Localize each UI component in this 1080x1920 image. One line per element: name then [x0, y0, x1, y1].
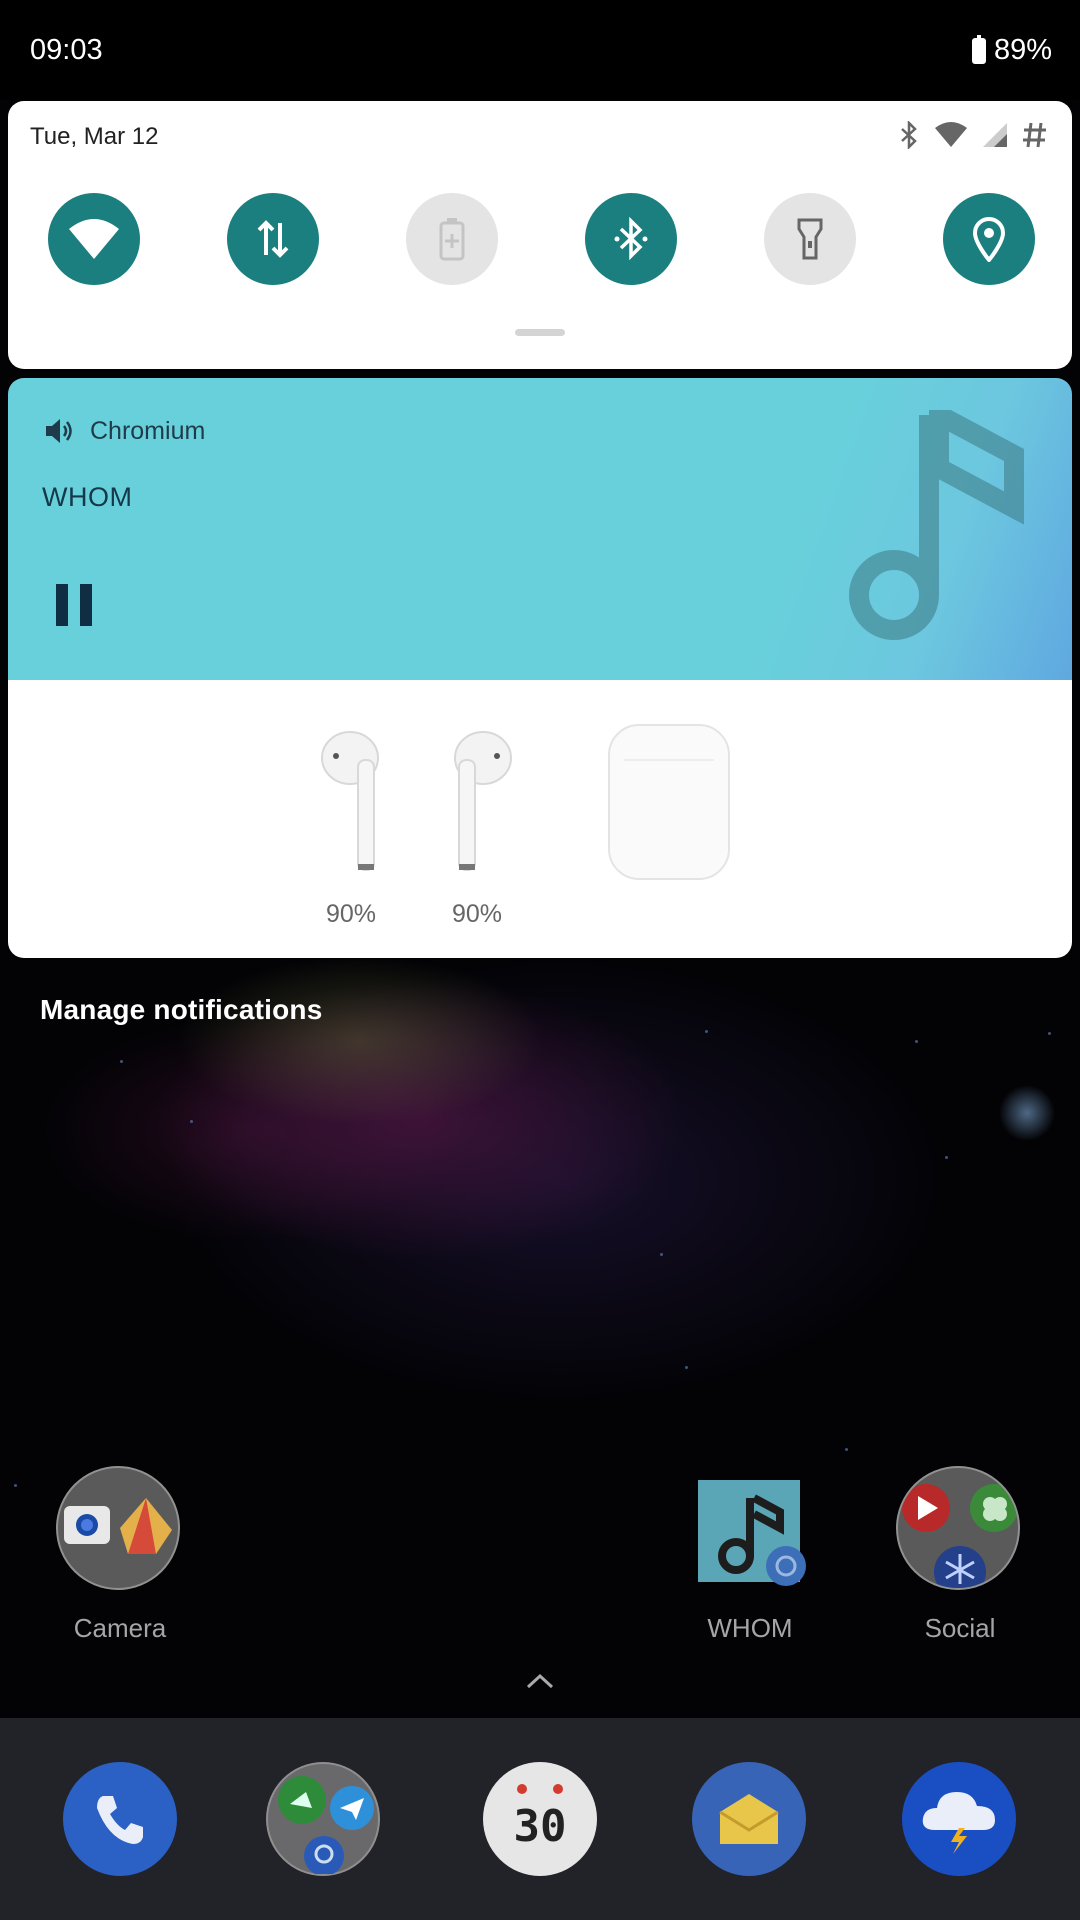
battery-saver-tile[interactable]: [406, 193, 498, 285]
media-title: WHOM: [42, 482, 133, 512]
flashlight-icon: [797, 218, 823, 260]
manage-notifications-button[interactable]: Manage notifications: [40, 994, 322, 1026]
camera-folder[interactable]: [56, 1466, 180, 1590]
left-airpod-icon: [318, 730, 388, 879]
bluetooth-tile[interactable]: [585, 193, 677, 285]
phone-icon: [97, 1796, 143, 1844]
media-notification[interactable]: Chromium WHOM: [8, 378, 1072, 680]
email-app[interactable]: [692, 1762, 806, 1876]
app-label: Camera: [73, 1613, 167, 1643]
status-time: 09:03: [30, 34, 103, 66]
airpods-battery-card[interactable]: 90% 90%: [8, 680, 1072, 958]
media-app-header: Chromium: [44, 416, 205, 446]
qs-status-icons: [898, 119, 1048, 154]
airpods-case-icon: [606, 722, 732, 887]
qs-tiles: [8, 193, 1072, 287]
mail-icon: [719, 1794, 779, 1844]
location-tile[interactable]: [943, 193, 1035, 285]
right-airpod-battery: 90%: [451, 900, 503, 928]
media-app-name: Chromium: [90, 416, 206, 445]
calendar-day: 30: [514, 1801, 567, 1852]
bluetooth-icon: [614, 216, 648, 261]
phone-app[interactable]: [63, 1762, 177, 1876]
app-label: WHOM: [707, 1613, 793, 1643]
music-note-icon: [849, 398, 1024, 640]
wifi-icon: [69, 219, 119, 259]
signal-small-icon: [982, 122, 1008, 153]
messaging-folder-icon: [278, 1776, 374, 1874]
weather-app[interactable]: [902, 1762, 1016, 1876]
album-art: [844, 398, 1024, 655]
chevron-up-icon: [526, 1673, 554, 1689]
messaging-folder[interactable]: [266, 1762, 380, 1876]
music-note-icon: [718, 1494, 806, 1586]
social-folder-icon: [902, 1484, 1018, 1588]
speaker-icon: [46, 419, 72, 443]
status-battery: 89%: [971, 34, 1052, 67]
flashlight-tile[interactable]: [764, 193, 856, 285]
hash-icon: [1022, 121, 1048, 154]
battery-percent: 89%: [993, 34, 1052, 66]
mobile-data-tile[interactable]: [227, 193, 319, 285]
left-airpod-battery: 90%: [325, 900, 377, 928]
social-folder[interactable]: [896, 1466, 1020, 1590]
quick-settings-panel: Tue, Mar 12: [8, 101, 1072, 369]
status-bar: 09:03 89%: [0, 0, 1080, 100]
qs-drag-handle[interactable]: [515, 329, 565, 336]
app-label: Social: [924, 1613, 996, 1643]
bluetooth-small-icon: [898, 119, 920, 154]
data-arrows-icon: [257, 220, 289, 258]
weather-storm-icon: [922, 1792, 995, 1854]
wifi-tile[interactable]: [48, 193, 140, 285]
battery-charging-icon: [971, 34, 986, 64]
right-airpod-icon: [445, 730, 515, 879]
app-drawer-arrow[interactable]: [525, 1672, 555, 1695]
pause-button[interactable]: [54, 582, 96, 633]
camera-folder-icon: [64, 1498, 172, 1554]
qs-date[interactable]: Tue, Mar 12: [30, 123, 159, 151]
battery-saver-icon: [439, 218, 465, 261]
location-pin-icon: [972, 217, 1006, 262]
calendar-icon: 30: [514, 1784, 567, 1852]
dock: 30: [0, 1718, 1080, 1920]
pause-icon: [56, 584, 92, 626]
calendar-app[interactable]: 30: [483, 1762, 597, 1876]
wifi-small-icon: [934, 122, 968, 153]
whom-app[interactable]: [698, 1480, 806, 1586]
